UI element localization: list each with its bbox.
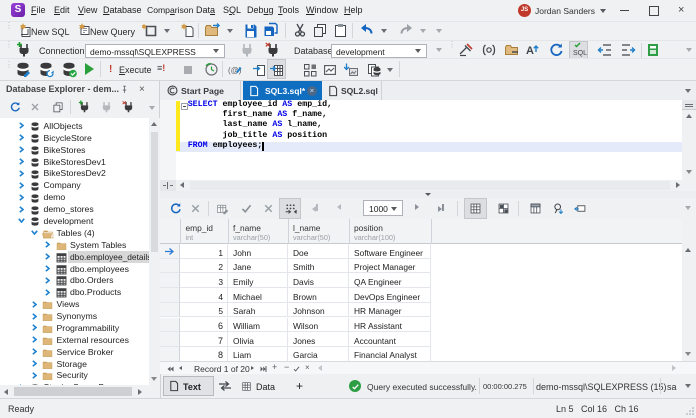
svg-text:(@): (@) — [228, 66, 242, 75]
svg-text:A: A — [526, 45, 534, 57]
svg-text:SQL: SQL — [573, 50, 587, 57]
